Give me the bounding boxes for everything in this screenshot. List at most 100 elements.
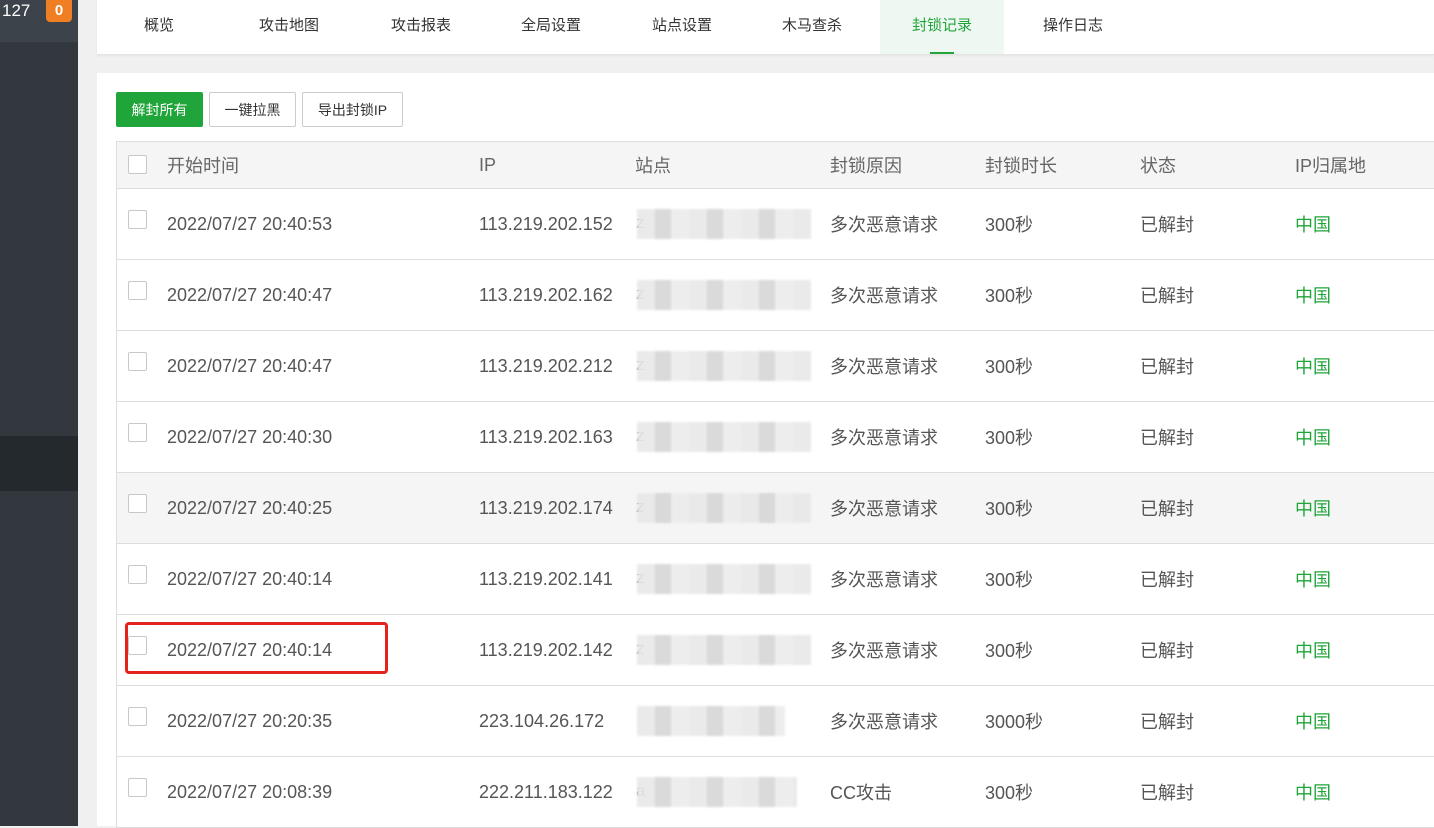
row-checkbox[interactable] <box>128 210 147 229</box>
cell-location: 中国 <box>1295 286 1331 306</box>
cell-duration: 300秒 <box>985 641 1034 661</box>
cell-site-redacted <box>637 422 811 452</box>
cell-start-time: 2022/07/27 20:40:47 <box>167 355 333 376</box>
tab-block-records[interactable]: 封锁记录 <box>880 0 1004 54</box>
cell-site-redacted <box>637 564 811 594</box>
table-row[interactable]: 2022/07/27 20:40:47113.219.202.212z多次恶意请… <box>117 331 1434 402</box>
cell-reason: 多次恶意请求 <box>830 428 938 448</box>
cell-location: 中国 <box>1295 783 1331 803</box>
cell-duration: 3000秒 <box>985 712 1044 732</box>
row-checkbox[interactable] <box>128 423 147 442</box>
cell-start-time: 2022/07/27 20:20:35 <box>167 710 333 731</box>
cell-start-time: 2022/07/27 20:40:14 <box>167 568 333 589</box>
header-location: IP归属地 <box>1295 156 1367 176</box>
table-header: 开始时间 IP 站点 封锁原因 封锁时长 状态 IP归属地 <box>117 141 1434 189</box>
cell-location: 中国 <box>1295 641 1331 661</box>
cell-duration: 300秒 <box>985 783 1034 803</box>
cell-status: 已解封 <box>1140 499 1194 519</box>
row-checkbox[interactable] <box>128 707 147 726</box>
cell-site-redacted <box>637 777 797 807</box>
cell-location: 中国 <box>1295 428 1331 448</box>
cell-site-redacted <box>637 635 811 665</box>
block-records-table: 开始时间 IP 站点 封锁原因 封锁时长 状态 IP归属地 2022/07/27… <box>116 141 1434 828</box>
tab-bar: 概览 攻击地图 攻击报表 全局设置 站点设置 木马查杀 封锁记录 操作日志 <box>97 0 1434 55</box>
table-row[interactable]: 2022/07/27 20:40:14113.219.202.141z多次恶意请… <box>117 544 1434 615</box>
cell-status: 已解封 <box>1140 357 1194 377</box>
cell-ip: 223.104.26.172 <box>479 710 605 731</box>
row-checkbox[interactable] <box>128 565 147 584</box>
cell-ip: 113.219.202.141 <box>479 568 613 589</box>
cell-ip: 113.219.202.152 <box>479 213 613 234</box>
row-checkbox[interactable] <box>128 281 147 300</box>
cell-status: 已解封 <box>1140 712 1194 732</box>
cell-reason: 多次恶意请求 <box>830 286 938 306</box>
sidebar-header: 127 0 <box>0 0 78 42</box>
header-ip: IP <box>479 154 497 175</box>
header-status: 状态 <box>1140 156 1176 176</box>
cell-status: 已解封 <box>1140 783 1194 803</box>
cell-reason: 多次恶意请求 <box>830 357 938 377</box>
cell-duration: 300秒 <box>985 570 1034 590</box>
cell-status: 已解封 <box>1140 286 1194 306</box>
header-duration: 封锁时长 <box>985 156 1057 176</box>
cell-reason: 多次恶意请求 <box>830 712 938 732</box>
notification-badge[interactable]: 0 <box>46 0 72 22</box>
cell-start-time: 2022/07/27 20:08:39 <box>167 781 333 802</box>
cell-duration: 300秒 <box>985 215 1034 235</box>
cell-duration: 300秒 <box>985 286 1034 306</box>
export-ip-button[interactable]: 导出封锁IP <box>302 92 403 127</box>
table-row[interactable]: 2022/07/27 20:20:35 223.104.26.172 多次恶意请求 3… <box>117 686 1434 757</box>
cell-start-time: 2022/07/27 20:40:25 <box>167 497 333 518</box>
cell-location: 中国 <box>1295 499 1331 519</box>
cell-duration: 300秒 <box>985 357 1034 377</box>
cell-ip: 113.219.202.142 <box>479 639 613 660</box>
cell-location: 中国 <box>1295 357 1331 377</box>
tab-attack-report[interactable]: 攻击报表 <box>357 0 485 54</box>
table-row[interactable]: 2022/07/27 20:40:25113.219.202.174z多次恶意请… <box>117 473 1434 544</box>
cell-duration: 300秒 <box>985 428 1034 448</box>
cell-duration: 300秒 <box>985 499 1034 519</box>
cell-site-redacted <box>637 351 811 381</box>
cell-ip: 113.219.202.174 <box>479 497 613 518</box>
cell-location: 中国 <box>1295 570 1331 590</box>
cell-status: 已解封 <box>1140 428 1194 448</box>
main-panel: 解封所有 一键拉黑 导出封锁IP 开始时间 IP 站点 封锁原因 封锁时长 状态… <box>97 73 1434 828</box>
header-start-time: 开始时间 <box>167 156 239 176</box>
cell-reason: 多次恶意请求 <box>830 499 938 519</box>
tab-global-settings[interactable]: 全局设置 <box>485 0 617 54</box>
table-row[interactable]: 2022/07/27 20:40:53113.219.202.152z多次恶意请… <box>117 189 1434 260</box>
cell-ip: 113.219.202.163 <box>479 426 613 447</box>
table-row[interactable]: 2022/07/27 20:08:39222.211.183.122aCC攻击3… <box>117 757 1434 828</box>
cell-reason: CC攻击 <box>830 783 892 803</box>
sidebar-active-item[interactable] <box>0 436 78 491</box>
cell-status: 已解封 <box>1140 641 1194 661</box>
row-checkbox[interactable] <box>128 494 147 513</box>
cell-status: 已解封 <box>1140 215 1194 235</box>
sidebar-count: 127 <box>2 1 31 20</box>
header-reason: 封锁原因 <box>830 156 902 176</box>
cell-reason: 多次恶意请求 <box>830 215 938 235</box>
cell-reason: 多次恶意请求 <box>830 641 938 661</box>
table-row[interactable]: 2022/07/27 20:40:30113.219.202.163z多次恶意请… <box>117 402 1434 473</box>
row-checkbox[interactable] <box>128 352 147 371</box>
cell-status: 已解封 <box>1140 570 1194 590</box>
cell-reason: 多次恶意请求 <box>830 570 938 590</box>
cell-ip: 113.219.202.162 <box>479 284 613 305</box>
tab-site-settings[interactable]: 站点设置 <box>617 0 747 54</box>
row-checkbox[interactable] <box>128 778 147 797</box>
tab-trojan-scan[interactable]: 木马查杀 <box>747 0 877 54</box>
header-site: 站点 <box>635 156 671 176</box>
tab-attack-map[interactable]: 攻击地图 <box>221 0 357 54</box>
cell-site-redacted <box>637 280 811 310</box>
cell-site-redacted <box>637 493 811 523</box>
table-row[interactable]: 2022/07/27 20:40:47113.219.202.162z多次恶意请… <box>117 260 1434 331</box>
cell-site-redacted <box>637 209 811 239</box>
cell-location: 中国 <box>1295 712 1331 732</box>
tab-overview[interactable]: 概览 <box>97 0 221 54</box>
blacklist-button[interactable]: 一键拉黑 <box>209 92 296 127</box>
tab-operation-log[interactable]: 操作日志 <box>1007 0 1139 54</box>
unblock-all-button[interactable]: 解封所有 <box>116 92 203 127</box>
cell-site-redacted <box>637 706 785 736</box>
select-all-checkbox[interactable] <box>128 155 147 174</box>
cell-start-time: 2022/07/27 20:40:53 <box>167 213 333 234</box>
